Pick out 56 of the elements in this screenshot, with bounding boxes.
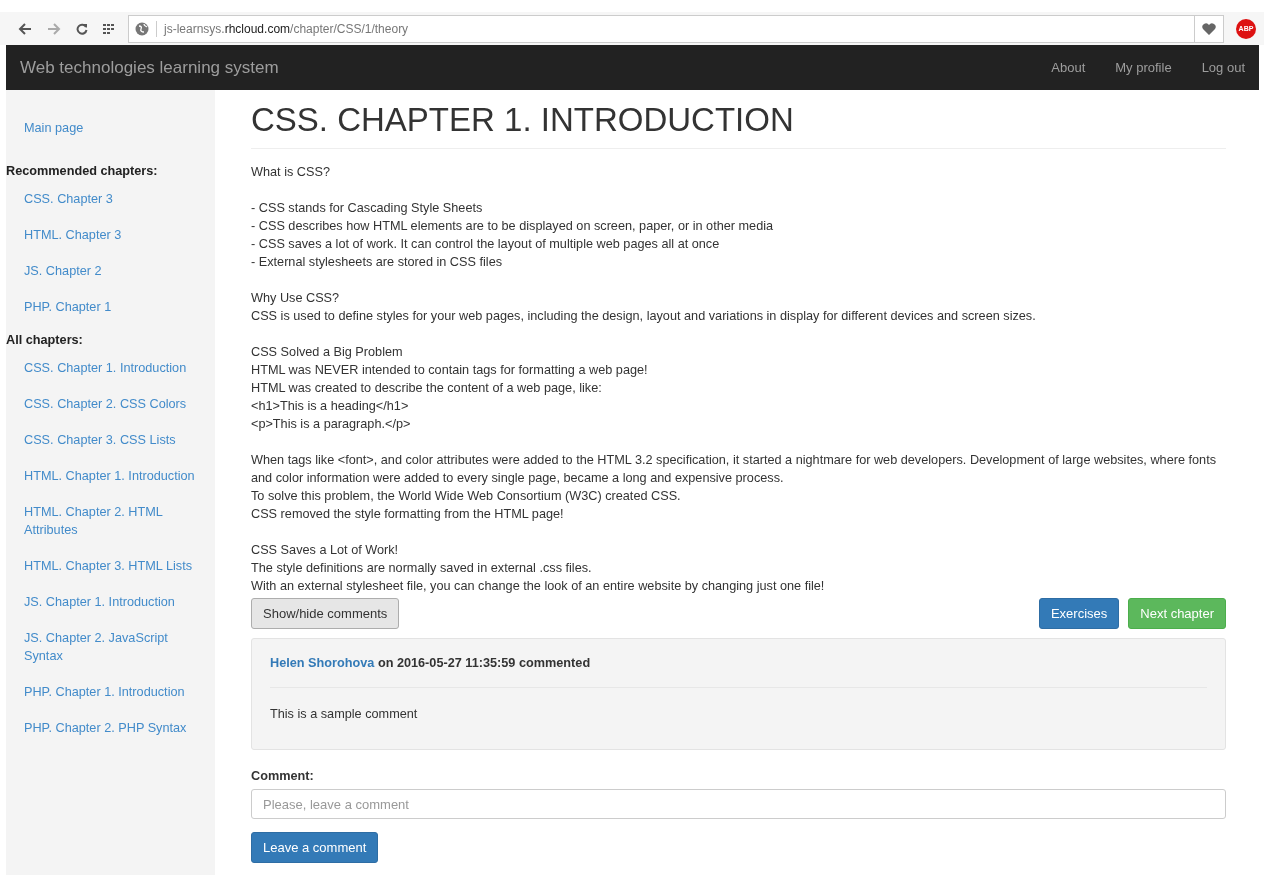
- text-line: When tags like <font>, and color attributes were added to the HTML 3.2 specification, it started a nightmare for web developers. Development of large websites, where fonts and color information were added to every single page, became a long and expensive process.: [251, 452, 1217, 487]
- comment-meta: on 2016-05-27 11:35:59 commented: [377, 656, 591, 670]
- reload-icon[interactable]: [76, 22, 88, 35]
- globe-icon: [135, 21, 149, 36]
- nav-link[interactable]: Log out: [1201, 60, 1245, 75]
- text-line: HTML was NEVER intended to contain tags for formatting a web page!: [251, 362, 649, 379]
- text-line: To solve this problem, the World Wide Web Consortium (W3C) created CSS.: [251, 488, 682, 505]
- text-line: <h1>This is a heading</h1>: [251, 398, 410, 415]
- section-heading: Recommended chapters:: [6, 163, 159, 180]
- nav-link[interactable]: About: [1051, 60, 1086, 75]
- sidebar-link[interactable]: JS. Chapter 2: [6, 253, 215, 289]
- text-line: - CSS describes how HTML elements are to be displayed on screen, paper, or in other media: [251, 218, 775, 235]
- sidebar-link[interactable]: CSS. Chapter 2. CSS Colors: [6, 386, 215, 422]
- text-line: CSS is used to define styles for your web pages, including the design, layout and variations in display for different devices and screen sizes.: [251, 308, 1037, 325]
- url-text: js-learnsys.rhcloud.com/chapter/CSS/1/theory: [164, 21, 409, 36]
- leave-comment-button[interactable]: Leave a comment: [251, 832, 379, 863]
- sidebar-link[interactable]: CSS. Chapter 3: [6, 181, 215, 217]
- sidebar-link[interactable]: PHP. Chapter 2. PHP Syntax: [6, 710, 215, 746]
- sidebar-link[interactable]: JS. Chapter 2. JavaScript Syntax: [6, 620, 215, 674]
- toggle-comments-button[interactable]: Show/hide comments: [251, 598, 400, 629]
- text-line: - External stylesheets are stored in CSS files: [251, 254, 504, 271]
- text-line: CSS Saves a Lot of Work!: [251, 542, 400, 559]
- sidebar-link[interactable]: HTML. Chapter 3. HTML Lists: [6, 548, 215, 584]
- exercises-button[interactable]: Exercises: [1038, 598, 1120, 629]
- text-line: With an external stylesheet file, you can change the look of an entire website by changing just one file!: [251, 578, 826, 595]
- text-line: The style definitions are normally saved in external .css files.: [251, 560, 593, 577]
- comment-label: Comment:: [251, 769, 315, 783]
- text-line: What is CSS?: [251, 164, 331, 181]
- page-title: CSS. CHAPTER 1. INTRODUCTION: [251, 100, 1226, 149]
- sidebar-link[interactable]: HTML. Chapter 2. HTML Attributes: [6, 494, 215, 548]
- text-line: Why Use CSS?: [251, 290, 341, 307]
- sidebar-link[interactable]: PHP. Chapter 1. Introduction: [6, 674, 215, 710]
- sidebar-link[interactable]: Main page: [6, 110, 215, 146]
- sidebar-link[interactable]: JS. Chapter 1. Introduction: [6, 584, 215, 620]
- comment-field[interactable]: Please, leave a comment: [251, 789, 1226, 819]
- text-line: <p>This is a paragraph.</p>: [251, 416, 412, 433]
- heart-icon: [1202, 22, 1216, 35]
- apps-icon[interactable]: [103, 23, 115, 34]
- author-link[interactable]: Helen Shorohova: [270, 656, 375, 670]
- sidebar-link[interactable]: HTML. Chapter 1. Introduction: [6, 458, 215, 494]
- nav-link[interactable]: My profile: [1115, 60, 1172, 75]
- text-line: HTML was created to describe the content of a web page, like:: [251, 380, 603, 397]
- back-icon[interactable]: [18, 22, 32, 35]
- sidebar-link[interactable]: PHP. Chapter 1: [6, 289, 215, 325]
- next-chapter-button[interactable]: Next chapter: [1128, 598, 1226, 629]
- address-bar[interactable]: js-learnsys.rhcloud.com/chapter/CSS/1/theory: [128, 14, 1224, 43]
- text-line: - CSS stands for Cascading Style Sheets: [251, 200, 484, 217]
- sidebar-link[interactable]: CSS. Chapter 1. Introduction: [6, 350, 215, 386]
- comment-text: This is a sample comment: [270, 707, 419, 721]
- section-heading: All chapters:: [6, 332, 84, 349]
- sidebar-link[interactable]: HTML. Chapter 3: [6, 217, 215, 253]
- text-line: CSS removed the style formatting from the HTML page!: [251, 506, 565, 523]
- text-line: CSS Solved a Big Problem: [251, 344, 404, 361]
- sidebar-link[interactable]: CSS. Chapter 3. CSS Lists: [6, 422, 215, 458]
- text-line: - CSS saves a lot of work. It can control the layout of multiple web pages all at once: [251, 236, 721, 253]
- site-title[interactable]: Web technologies learning system: [20, 57, 279, 78]
